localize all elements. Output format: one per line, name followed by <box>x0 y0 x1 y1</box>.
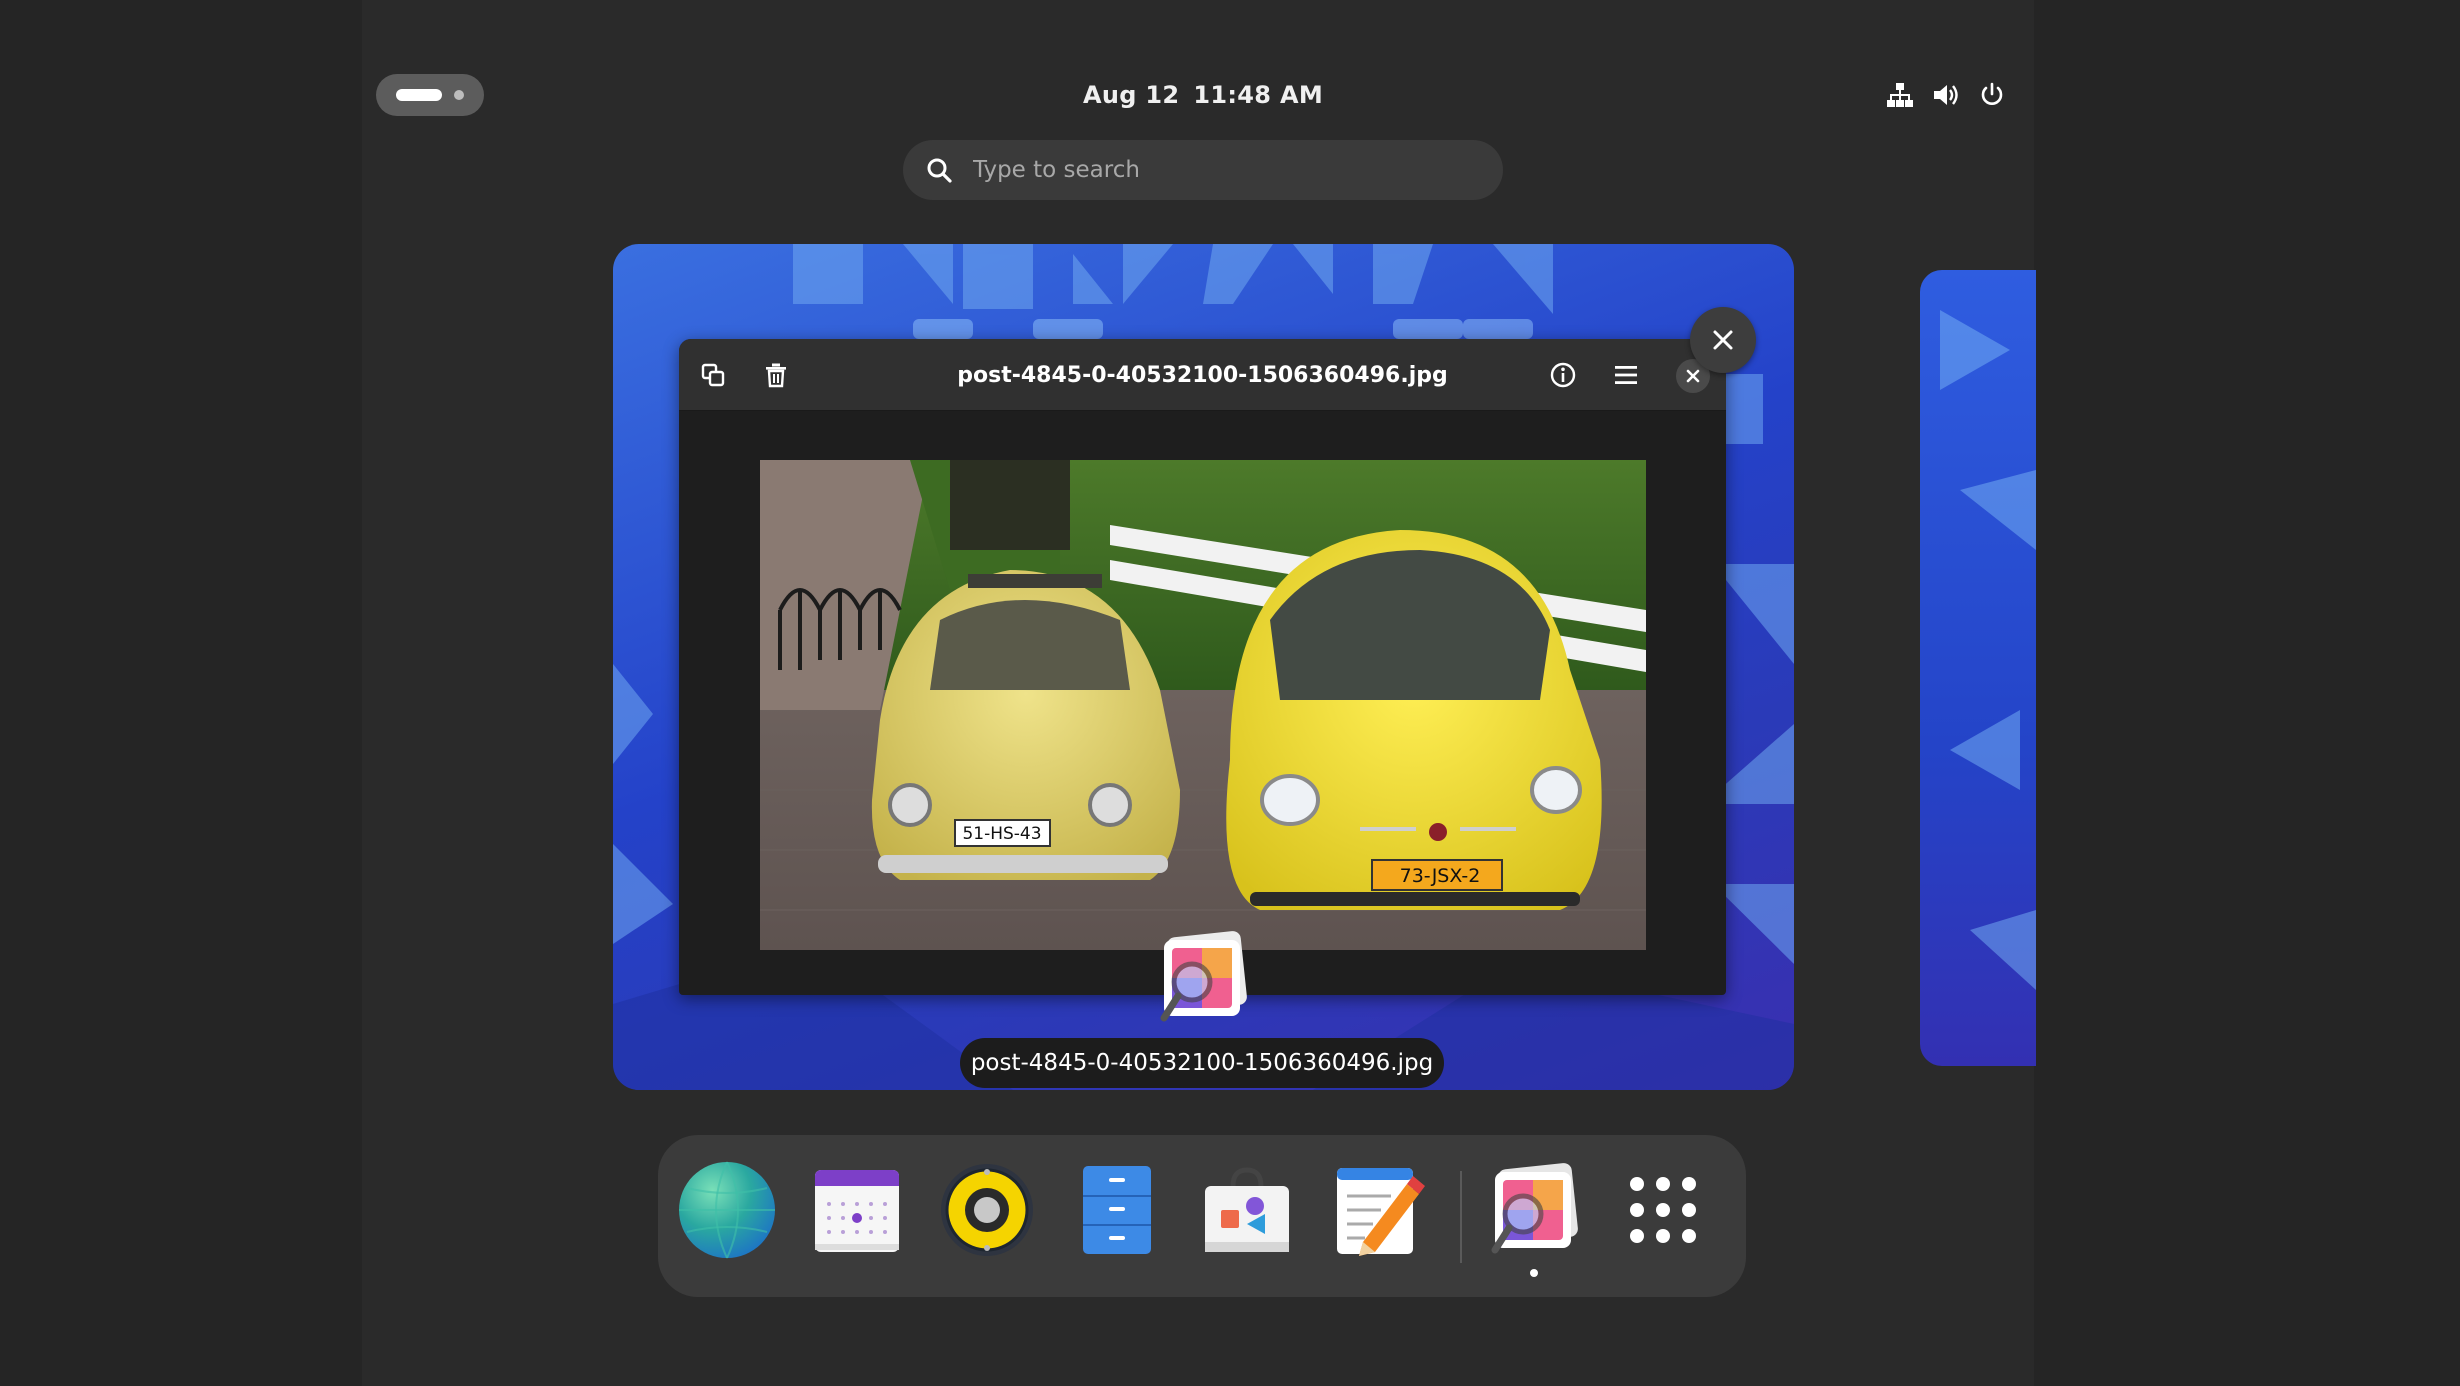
running-app-indicator <box>1530 1269 1538 1277</box>
main-menu-button[interactable] <box>1608 357 1644 393</box>
image-viewer-app-icon <box>1152 928 1252 1028</box>
file-manager-launcher[interactable] <box>1062 1155 1172 1265</box>
window-headerbar[interactable]: post-4845-0-40532100-1506360496.jpg <box>679 339 1726 411</box>
search-input[interactable] <box>973 157 1453 183</box>
trash-icon <box>766 363 786 388</box>
delete-button[interactable] <box>758 357 794 393</box>
copy-icon <box>701 363 725 387</box>
hamburger-menu-icon <box>1615 366 1637 384</box>
overview-close-window-button[interactable] <box>1690 307 1756 373</box>
show-apps-button[interactable] <box>1608 1155 1718 1265</box>
volume-icon <box>1930 79 1962 111</box>
photo-two-yellow-cars: 51-HS-43 73-JSX-2 <box>760 460 1646 950</box>
properties-button[interactable] <box>1545 357 1581 393</box>
search-icon <box>921 152 957 188</box>
image-viewer-window[interactable]: post-4845-0-40532100-1506360496.jpg 51-H… <box>679 339 1726 995</box>
copy-button[interactable] <box>695 357 731 393</box>
image-viewer-launcher[interactable] <box>1478 1155 1588 1265</box>
activities-button[interactable] <box>376 74 484 116</box>
close-icon <box>1686 369 1700 383</box>
system-tray[interactable] <box>1884 78 2008 112</box>
text-editor-icon <box>1337 1168 1425 1256</box>
web-browser-launcher[interactable] <box>672 1155 782 1265</box>
workspace-thumbnail-next[interactable] <box>1920 270 2036 1066</box>
dock-separator <box>1460 1171 1462 1263</box>
software-center-launcher[interactable] <box>1192 1155 1302 1265</box>
text-editor-launcher[interactable] <box>1322 1155 1432 1265</box>
close-icon <box>1713 330 1733 350</box>
search-bar[interactable] <box>903 140 1503 200</box>
shopping-bag-icon <box>1205 1167 1289 1252</box>
dash <box>658 1135 1746 1297</box>
wallpaper-pattern-next <box>1940 310 2036 990</box>
power-icon <box>1976 79 2008 111</box>
workspace-indicator-active <box>396 89 442 101</box>
image-viewer-icon <box>1491 1163 1578 1254</box>
clock[interactable]: Aug 12 11:48 AM <box>1000 74 1406 116</box>
music-player-icon <box>941 1164 1033 1256</box>
window-title: post-4845-0-40532100-1506360496.jpg <box>957 362 1448 388</box>
desktop: Aug 12 11:48 AM Type to search post-4845… <box>0 0 2460 1386</box>
clock-time: 11:48 AM <box>1193 81 1323 109</box>
calendar-launcher[interactable] <box>802 1155 912 1265</box>
network-icon <box>1884 79 1916 111</box>
web-browser-icon <box>679 1161 775 1259</box>
plate-left: 51-HS-43 <box>962 824 1041 844</box>
calendar-icon <box>815 1170 899 1252</box>
clock-date: Aug 12 <box>1082 81 1180 109</box>
app-grid-icon <box>1630 1177 1696 1243</box>
plate-right: 73-JSX-2 <box>1400 865 1481 887</box>
file-cabinet-icon <box>1083 1166 1151 1254</box>
info-icon <box>1550 362 1576 388</box>
displayed-image[interactable]: 51-HS-43 73-JSX-2 <box>760 460 1646 950</box>
workspace-indicator-dot <box>454 90 464 100</box>
window-caption: post-4845-0-40532100-1506360496.jpg <box>960 1038 1444 1088</box>
rhythmbox-launcher[interactable] <box>932 1155 1042 1265</box>
